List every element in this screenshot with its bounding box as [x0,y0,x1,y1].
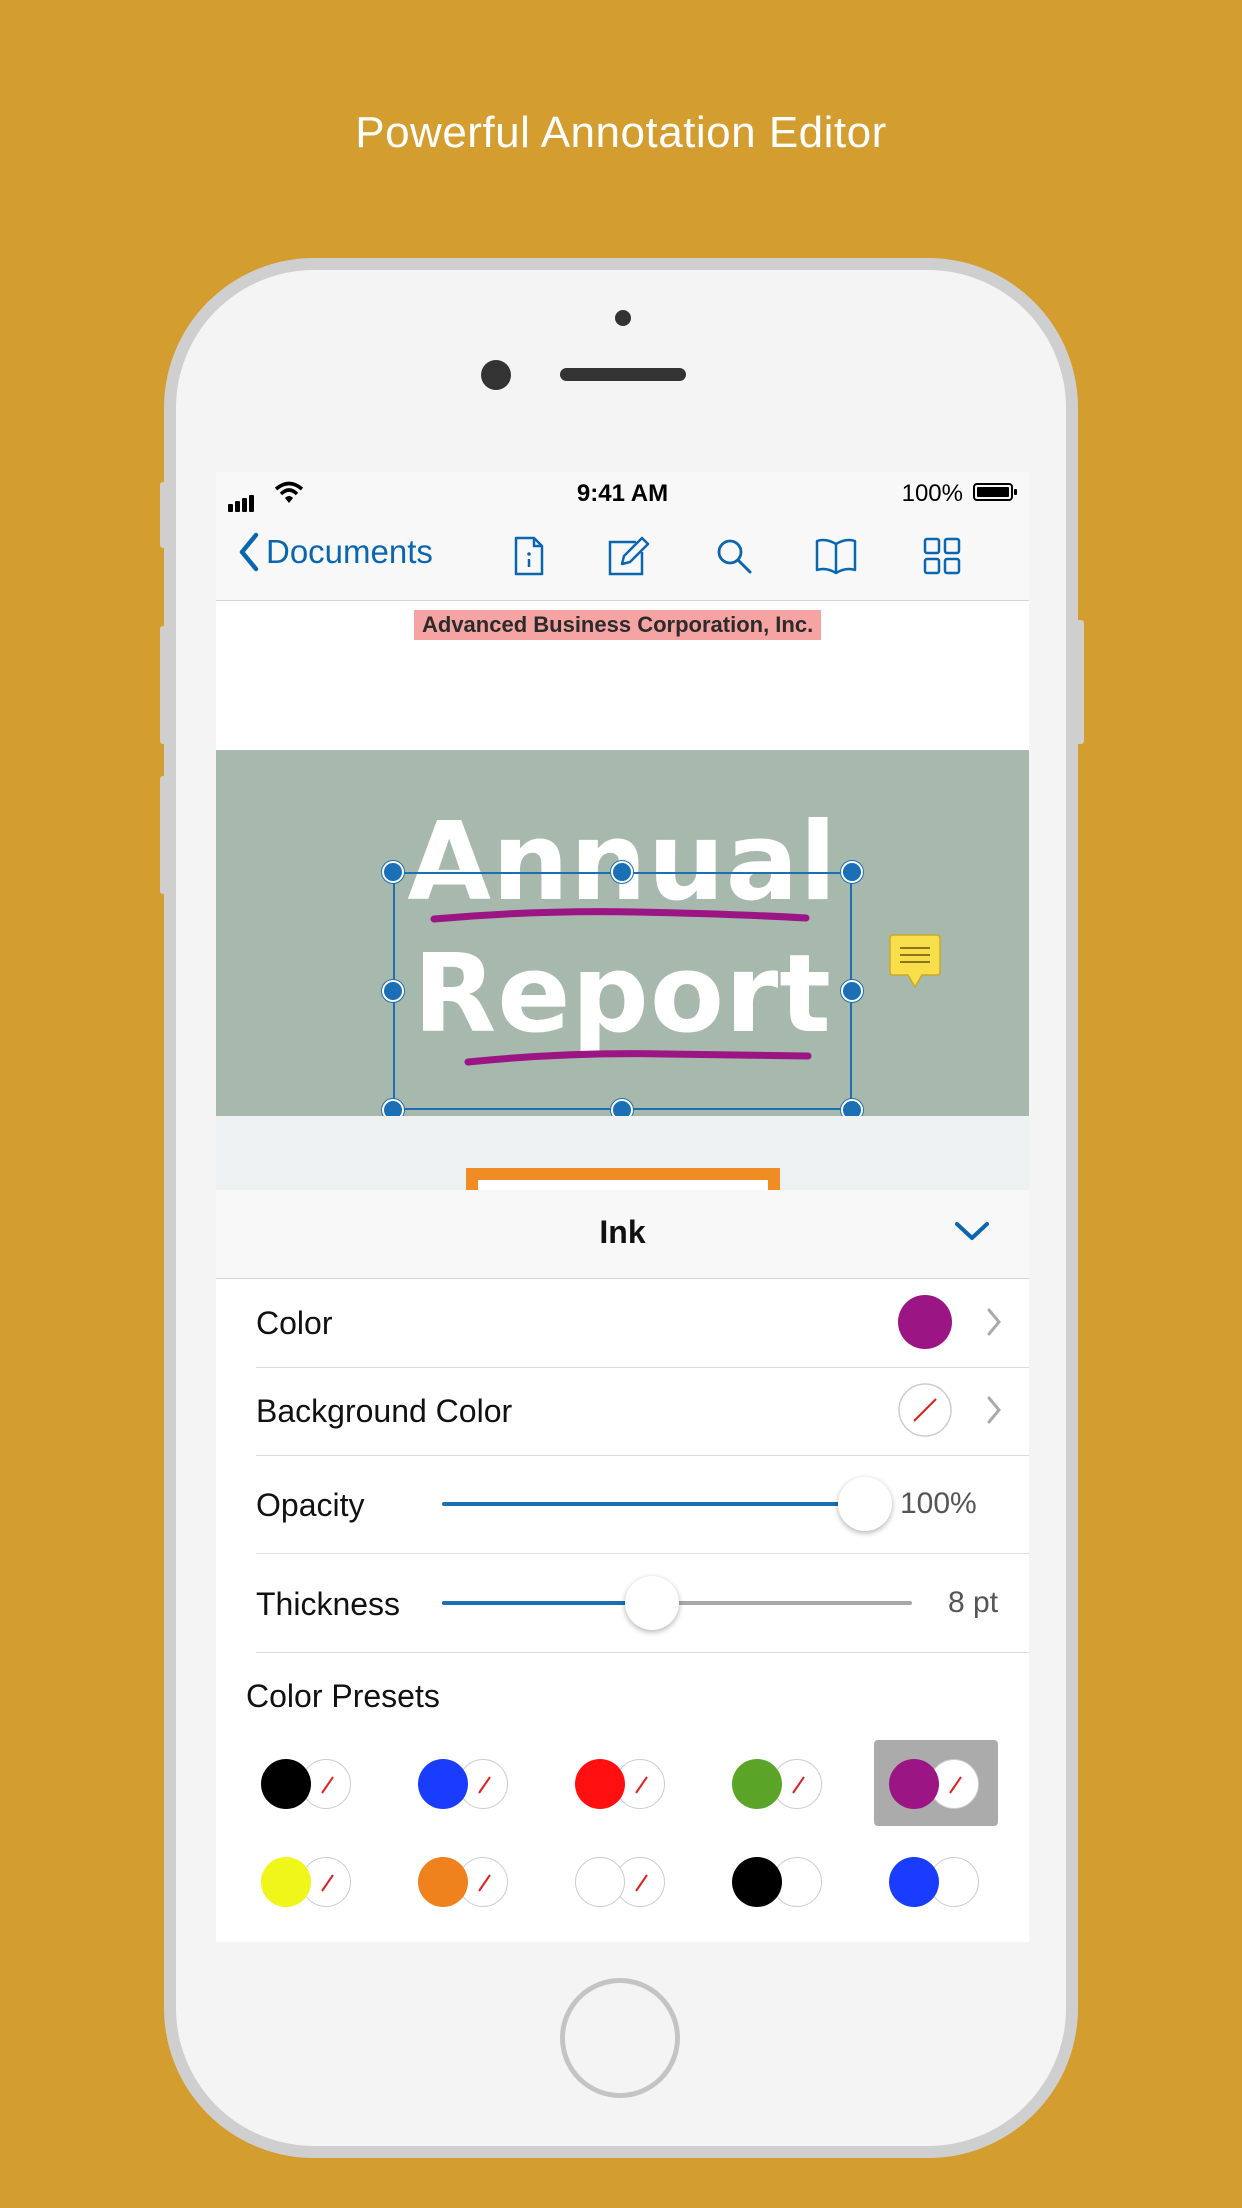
note-annotation-icon[interactable] [888,934,942,990]
opacity-slider-track[interactable] [442,1502,862,1506]
mute-switch [160,482,172,548]
resize-handle-top-left[interactable] [382,861,404,883]
opacity-row: Opacity 100% [256,1455,1029,1554]
color-preset-6[interactable] [261,1852,359,1912]
ink-inspector-panel: Ink Color Background Color Opacity 100% … [216,1190,1029,1942]
no-color-swatch-icon[interactable] [898,1383,952,1437]
thickness-label: Thickness [256,1586,401,1622]
earpiece-speaker [560,368,686,381]
color-preset-1[interactable] [261,1754,359,1814]
preset-stroke-swatch [732,1857,782,1907]
color-label: Color [256,1305,333,1341]
home-button[interactable] [560,1978,680,2098]
volume-up-button [160,626,172,744]
selection-frame [393,872,852,1110]
color-preset-2[interactable] [418,1754,516,1814]
opacity-label: Opacity [256,1487,365,1523]
preset-stroke-swatch [575,1857,625,1907]
opacity-slider-knob[interactable] [838,1477,892,1531]
preset-stroke-swatch [261,1759,311,1809]
preset-stroke-swatch [889,1759,939,1809]
color-preset-4[interactable] [732,1754,830,1814]
color-preset-5[interactable] [889,1754,987,1814]
color-row[interactable]: Color [256,1279,1029,1368]
chevron-right-icon [987,1308,1001,1336]
background-color-row[interactable]: Background Color [256,1367,1029,1456]
panel-header: Ink [216,1190,1029,1279]
color-preset-9[interactable] [732,1852,830,1912]
thickness-slider-knob[interactable] [625,1576,679,1630]
proximity-sensor [615,310,631,326]
preset-stroke-swatch [889,1857,939,1907]
preset-stroke-swatch [418,1759,468,1809]
front-camera [481,360,511,390]
preset-stroke-swatch [575,1759,625,1809]
color-preset-10[interactable] [889,1852,987,1912]
color-preset-8[interactable] [575,1852,673,1912]
resize-handle-top[interactable] [611,861,633,883]
resize-handle-left[interactable] [382,980,404,1002]
color-presets-label: Color Presets [246,1678,440,1714]
thickness-slider-fill [442,1601,652,1605]
background-color-label: Background Color [256,1393,513,1429]
color-preset-3[interactable] [575,1754,673,1814]
volume-down-button [160,776,172,894]
color-preset-7[interactable] [418,1852,516,1912]
chevron-right-icon [987,1396,1001,1424]
preset-stroke-swatch [261,1857,311,1907]
power-button [1072,620,1084,744]
preset-stroke-swatch [732,1759,782,1809]
resize-handle-top-right[interactable] [841,861,863,883]
headline: Powerful Annotation Editor [355,108,887,157]
resize-handle-right[interactable] [841,980,863,1002]
chevron-down-icon[interactable] [954,1220,990,1242]
thickness-value: 8 pt [948,1586,999,1619]
panel-title: Ink [599,1214,646,1250]
color-swatch[interactable] [898,1295,952,1349]
opacity-value: 100% [900,1487,977,1520]
preset-stroke-swatch [418,1857,468,1907]
screen: 9:41 AM 100% Documents Advanced Business… [216,472,1029,1942]
thickness-row: Thickness 8 pt [256,1554,1029,1653]
